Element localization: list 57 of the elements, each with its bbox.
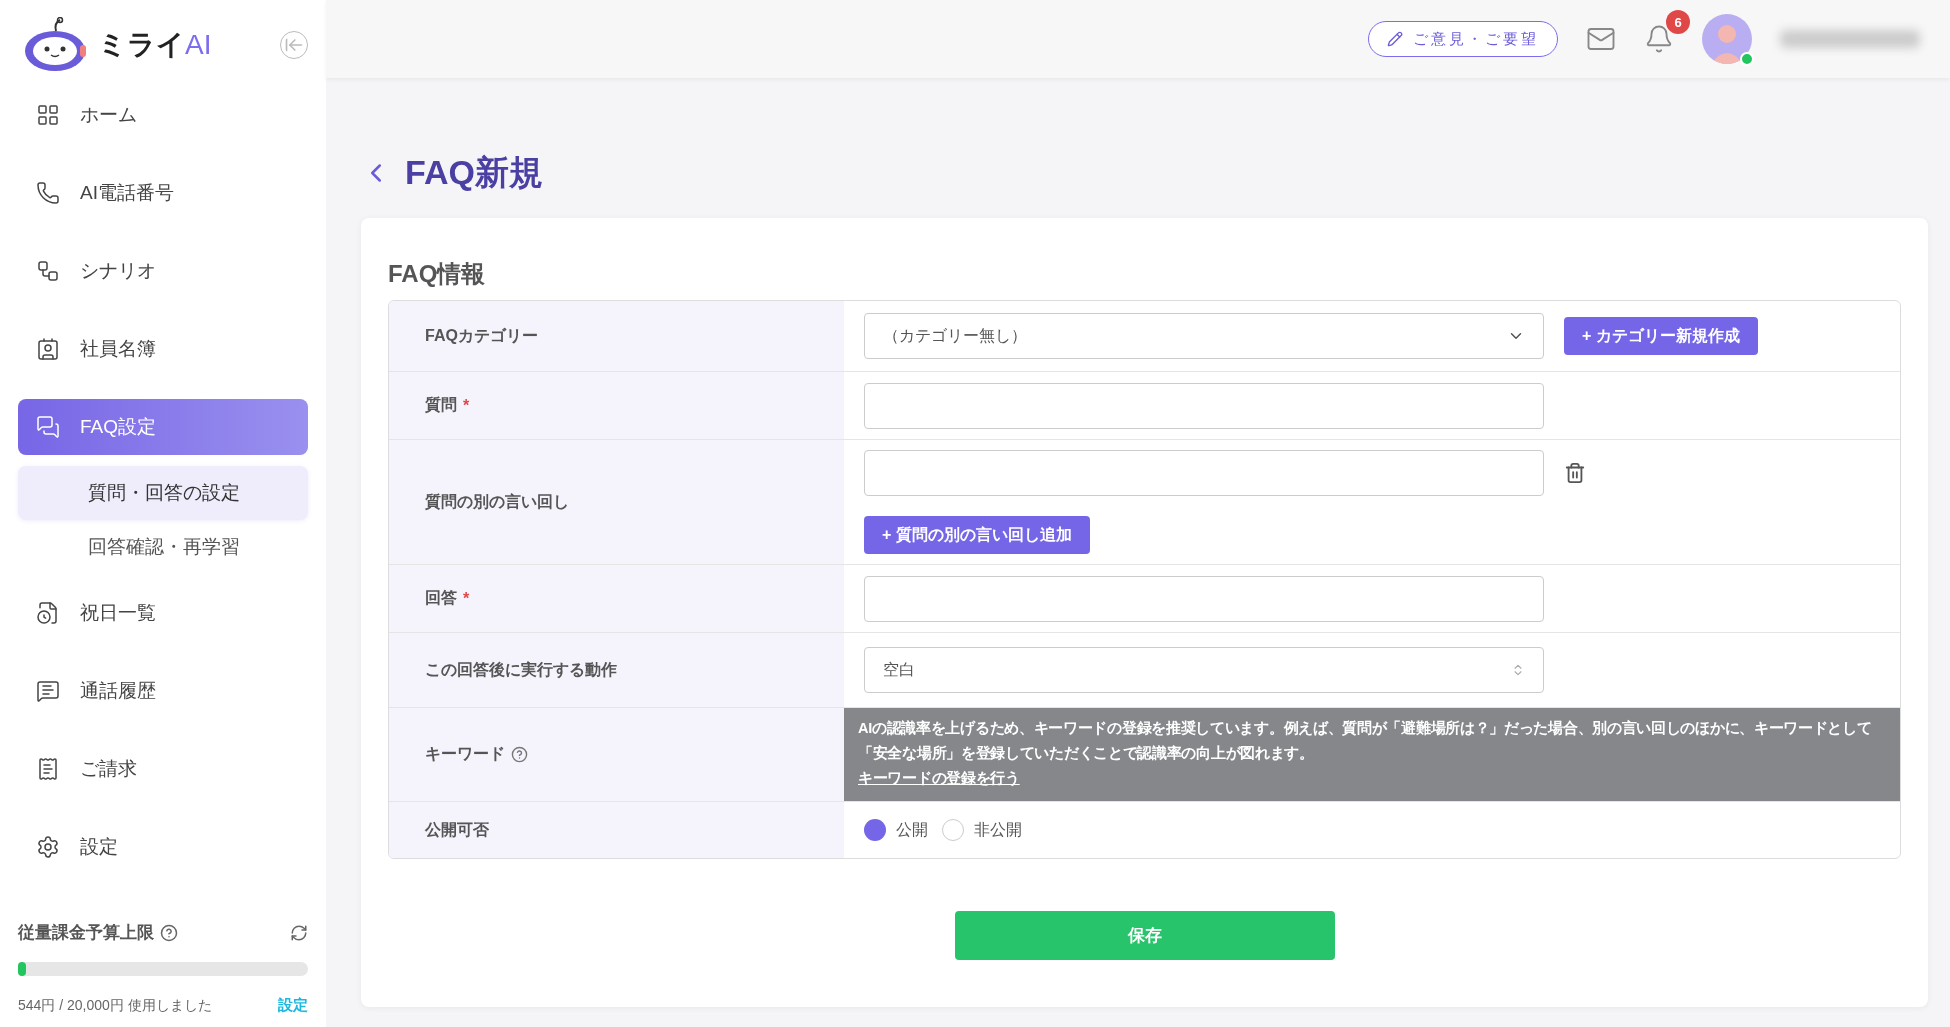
grid-icon xyxy=(36,103,60,127)
input-field[interactable] xyxy=(864,450,1544,496)
sidebar-item[interactable]: ホーム xyxy=(18,87,308,143)
sidebar-subitem[interactable]: 質問・回答の設定 xyxy=(18,466,308,520)
refresh-icon[interactable] xyxy=(290,923,308,942)
field-label: 質問の別の言い回し xyxy=(425,491,569,512)
logo-text: ミライAI xyxy=(98,28,212,62)
help-icon[interactable] xyxy=(160,923,178,942)
category-select[interactable]: （カテゴリー無し） xyxy=(864,313,1544,359)
sidebar-subitem[interactable]: 回答確認・再学習 xyxy=(18,520,308,574)
feedback-button[interactable]: ご意見・ご要望 xyxy=(1368,21,1558,57)
sidebar-item[interactable]: AI電話番号 xyxy=(18,165,308,221)
keyword-link[interactable]: キーワードの登録を行う xyxy=(858,766,1020,791)
flowchart-icon xyxy=(36,259,60,283)
input-field[interactable] xyxy=(864,382,1544,429)
section-title: FAQ情報 xyxy=(388,259,487,289)
tooltip-text: AIの認識率を上げるため、キーワードの登録を推奨しています。例えば、質問が「避難場所は？」だった場合、別の言い回しのほかに、キーワードとして xyxy=(858,719,1873,738)
page-title: FAQ新規 xyxy=(405,152,543,193)
radio-label: 非公開 xyxy=(974,819,1022,840)
message-icon xyxy=(36,679,60,703)
pencil-icon xyxy=(1387,31,1403,47)
budget-title: 従量課金予算上限 xyxy=(18,922,154,944)
avatar[interactable] xyxy=(1702,14,1752,64)
sidebar-item[interactable]: ご請求 xyxy=(18,741,308,797)
add-phrase-button[interactable]: + 質問の別の言い回し追加 xyxy=(864,516,1090,554)
field-label: 公開可否 xyxy=(425,819,489,840)
field-label: この回答後に実行する動作 xyxy=(425,659,617,680)
sidebar-item[interactable]: 祝日一覧 xyxy=(18,585,308,641)
field-label: 回答 xyxy=(425,588,457,608)
receipt-icon xyxy=(36,757,60,781)
document-clock-icon xyxy=(36,601,60,625)
radio-label: 公開 xyxy=(896,819,928,840)
radio-button[interactable] xyxy=(864,819,886,841)
sidebar-item[interactable]: 設定 xyxy=(18,819,308,875)
radio-button[interactable] xyxy=(942,819,964,841)
budget-usage-text: 544円 / 20,000円 使用しました xyxy=(18,996,212,1015)
action-select[interactable]: 空白 xyxy=(864,647,1544,693)
required-mark: * xyxy=(463,589,470,608)
bell-icon[interactable] xyxy=(1644,24,1674,54)
sidebar-item[interactable]: 社員名簿 xyxy=(18,321,308,377)
help-icon[interactable] xyxy=(511,746,528,763)
required-mark: * xyxy=(463,396,470,415)
trash-icon[interactable] xyxy=(1564,462,1586,484)
settings-icon xyxy=(36,835,60,859)
field-label: FAQカテゴリー xyxy=(425,325,538,346)
field-label: キーワード xyxy=(425,744,505,764)
input-field[interactable] xyxy=(864,575,1544,622)
notification-badge: 6 xyxy=(1666,10,1690,34)
field-label: 質問 xyxy=(425,395,457,415)
tooltip-text: 「安全な場所」を登録していただくことで認識率の向上が図れます。 xyxy=(858,744,1315,763)
sidebar-item[interactable]: 通話履歴 xyxy=(18,663,308,719)
contact-card-icon xyxy=(36,337,60,361)
chat-bubbles-icon xyxy=(36,415,60,439)
new-category-button[interactable]: + カテゴリー新規作成 xyxy=(1564,317,1758,355)
phone-icon xyxy=(36,181,60,205)
sidebar-item[interactable]: シナリオ xyxy=(18,243,308,299)
sidebar-item[interactable]: FAQ設定 xyxy=(18,399,308,455)
